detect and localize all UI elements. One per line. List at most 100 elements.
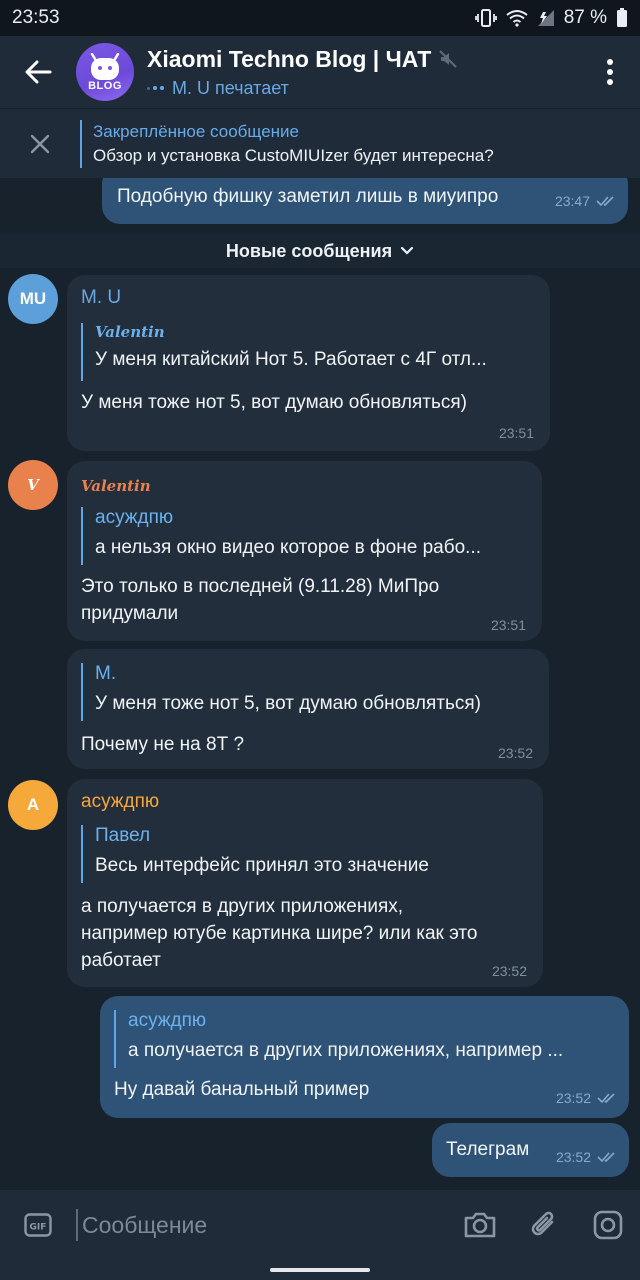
avatar[interactable]: V: [8, 460, 58, 510]
message-bubble[interactable]: Подобную фишку заметил лишь в миуипро 23…: [102, 178, 628, 224]
message-time: 23:51: [490, 617, 526, 633]
message-text-line: придумали: [81, 603, 179, 624]
message-meta: 23:52: [492, 963, 527, 979]
new-messages-label: Новые сообщения: [225, 240, 393, 261]
message-bubble[interactable]: Valentin асуждпю а нельзя окно видео кот…: [67, 461, 542, 641]
message-text: Ну давай банальный пример: [114, 1079, 370, 1100]
message-text: Это только в последней (9.11.28) МиПро п…: [81, 573, 439, 627]
battery-percent: 87 %: [563, 7, 607, 28]
sender-name: M. U: [81, 287, 122, 308]
message-bubble[interactable]: асуждпю а получается в других приложения…: [100, 996, 629, 1118]
message-text-line: работает: [81, 950, 161, 971]
message-text-line: например ютубе картинка шире? или как эт…: [81, 923, 478, 944]
chat-avatar[interactable]: BLOG: [76, 43, 134, 101]
reply-text: У меня тоже нот 5, вот думаю обновляться…: [95, 693, 481, 714]
message-time: 23:52: [497, 745, 533, 761]
robot-icon: [90, 53, 120, 80]
reply-sender: Valentin: [95, 323, 165, 341]
reply-text: а нельзя окно видео которое в фоне рабо.…: [95, 537, 482, 558]
navigation-bar: [0, 1260, 640, 1280]
double-check-icon: [597, 1093, 615, 1104]
camera-mode-icon: [593, 1210, 623, 1240]
pinned-text: Обзор и установка CustoMIUIzer будет инт…: [93, 145, 494, 165]
message-time: 23:52: [555, 1090, 591, 1106]
message-meta: 23:51: [499, 425, 534, 441]
svg-text:GIF: GIF: [30, 1223, 47, 1233]
message-input[interactable]: Сообщение: [76, 1209, 448, 1241]
chat-title-area[interactable]: Xiaomi Techno Blog | ЧАТ M. U печатает: [147, 46, 580, 99]
chat-header: BLOG Xiaomi Techno Blog | ЧАТ M. U печат…: [0, 36, 640, 108]
message-text-line: Это только в последней (9.11.28) МиПро: [81, 576, 440, 597]
message-meta: 23:47: [555, 193, 616, 209]
pinned-close-button[interactable]: [0, 109, 80, 179]
reply-text: а получается в других приложениях, напри…: [128, 1040, 564, 1061]
message-meta: 23:51: [491, 617, 526, 633]
message-meta: 23:52: [556, 1090, 617, 1106]
reply-quote[interactable]: асуждпю а нельзя окно видео которое в фо…: [81, 507, 481, 565]
status-time: 23:53: [12, 7, 60, 28]
message-list[interactable]: Подобную фишку заметил лишь в миуипро 23…: [0, 178, 640, 1190]
camera-button[interactable]: [448, 1190, 512, 1260]
reply-sender: M.: [95, 663, 117, 684]
pinned-title: Закреплённое сообщение: [93, 121, 299, 141]
reply-quote[interactable]: асуждпю а получается в других приложения…: [114, 1010, 563, 1068]
battery-icon: [616, 8, 628, 28]
status-bar: 23:53 87 %: [0, 0, 640, 36]
typing-indicator-icon: [147, 86, 164, 90]
cellular-signal-icon: [537, 9, 555, 27]
reply-quote[interactable]: Павел Весь интерфейс принял это значение: [81, 825, 429, 883]
sender-name: Valentin: [81, 477, 151, 495]
chevron-down-icon: [400, 246, 414, 255]
gif-button[interactable]: GIF: [0, 1190, 76, 1260]
more-options-button[interactable]: [580, 36, 640, 108]
instagram-camera-button[interactable]: [576, 1190, 640, 1260]
close-icon: [30, 134, 50, 153]
muted-icon: [439, 50, 457, 68]
chat-status: M. U печатает: [172, 77, 289, 98]
avatar[interactable]: MU: [8, 274, 58, 324]
avatar-initials: A: [26, 795, 40, 814]
message-bubble[interactable]: M. У меня тоже нот 5, вот думаю обновлят…: [67, 649, 549, 769]
paperclip-icon: [531, 1211, 554, 1236]
back-button[interactable]: [0, 36, 76, 108]
new-messages-divider[interactable]: Новые сообщения: [0, 234, 640, 268]
attach-button[interactable]: [512, 1190, 576, 1260]
message-bubble[interactable]: асуждпю Павел Весь интерфейс принял это …: [67, 779, 543, 987]
vibrate-icon: [474, 9, 497, 27]
more-vertical-icon: [607, 59, 613, 85]
gif-icon: GIF: [24, 1213, 52, 1237]
message-text: Телеграм: [446, 1139, 530, 1160]
message-time: 23:52: [555, 1149, 591, 1165]
home-gesture-handle[interactable]: [270, 1268, 370, 1272]
reply-sender: Павел: [95, 825, 151, 846]
double-check-icon: [597, 1152, 615, 1163]
message-meta: 23:52: [556, 1149, 617, 1165]
reply-quote[interactable]: M. У меня тоже нот 5, вот думаю обновлят…: [81, 663, 481, 721]
message-text: Почему не на 8Т ?: [81, 734, 245, 755]
message-text: а получается в других приложениях, напри…: [81, 893, 477, 974]
double-check-icon: [596, 196, 614, 207]
message-time: 23:52: [491, 963, 527, 979]
message-meta: 23:52: [498, 745, 533, 761]
reply-text: У меня китайский Нот 5. Работает с 4Г от…: [95, 349, 487, 370]
reply-sender: асуждпю: [128, 1010, 207, 1031]
avatar[interactable]: A: [8, 780, 58, 830]
avatar-label: BLOG: [88, 80, 122, 92]
message-text-line: а получается в других приложениях,: [81, 896, 404, 917]
composer-bar: GIF Сообщение: [0, 1190, 640, 1260]
message-text: У меня тоже нот 5, вот думаю обновляться…: [81, 392, 467, 413]
reply-quote[interactable]: Valentin У меня китайский Нот 5. Работае…: [81, 323, 487, 381]
arrow-left-icon: [25, 60, 52, 84]
message-time: 23:51: [498, 425, 534, 441]
message-text: Подобную фишку заметил лишь в миуипро: [117, 186, 499, 207]
reply-text: Весь интерфейс принял это значение: [95, 855, 429, 876]
message-time: 23:47: [554, 193, 590, 209]
sender-name: асуждпю: [81, 791, 160, 812]
avatar-initials: V: [27, 476, 39, 494]
reply-sender: асуждпю: [95, 507, 174, 528]
message-bubble[interactable]: Телеграм 23:52: [432, 1123, 629, 1177]
chat-title: Xiaomi Techno Blog | ЧАТ: [147, 45, 432, 72]
message-bubble[interactable]: M. U Valentin У меня китайский Нот 5. Ра…: [67, 275, 550, 451]
pinned-message-bar[interactable]: Закреплённое сообщение Обзор и установка…: [0, 108, 640, 178]
avatar-initials: MU: [19, 289, 47, 308]
